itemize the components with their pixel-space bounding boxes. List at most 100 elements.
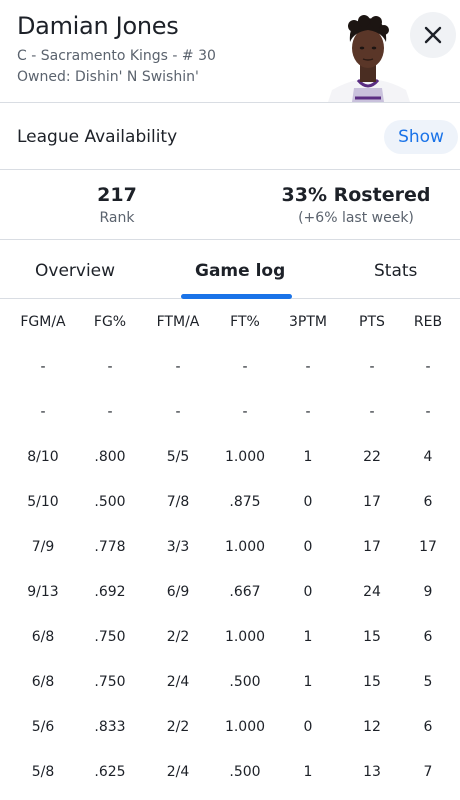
rostered-value: 33% Rostered: [281, 184, 431, 206]
table-cell: 1.000: [224, 718, 266, 735]
player-name: Damian Jones: [17, 12, 179, 40]
league-availability-row: League Availability Show: [0, 103, 460, 170]
table-cell: 2/4: [166, 763, 190, 780]
table-cell: 6: [423, 628, 433, 645]
tab-stats[interactable]: Stats: [374, 261, 417, 281]
table-cell: 5: [423, 673, 433, 690]
table-cell: 1: [303, 673, 313, 690]
table-row[interactable]: -------: [0, 389, 460, 434]
close-icon: [424, 26, 442, 44]
table-cell: .500: [229, 673, 261, 690]
player-summary-stats: 217 Rank 33% Rostered (+6% last week): [0, 170, 460, 240]
game-log-table: FGM/A FG% FTM/A FT% 3PTM PTS REB - - - - - - -…: [0, 300, 460, 794]
table-row[interactable]: 9/13 .692 6/9 .667 0 24 9: [0, 569, 460, 614]
column-header: PTS: [359, 314, 385, 330]
table-cell: -: [305, 403, 311, 420]
table-cell: 13: [363, 763, 381, 780]
player-position-team: C - Sacramento Kings - # 30: [17, 48, 216, 64]
table-cell: .500: [94, 493, 126, 510]
table-cell: -: [175, 358, 181, 375]
table-cell: 2/2: [166, 628, 190, 645]
table-row[interactable]: -------: [0, 344, 460, 389]
table-row[interactable]: 7/9 .778 3/3 1.000 0 17 17: [0, 524, 460, 569]
rank-label: Rank: [99, 210, 135, 226]
table-cell: 7: [423, 763, 433, 780]
table-cell: 24: [363, 583, 381, 600]
column-header: FT%: [230, 314, 260, 330]
table-cell: 12: [363, 718, 381, 735]
table-cell: -: [242, 358, 248, 375]
table-row[interactable]: 6/8 .750 2/4 .500 1 15 5: [0, 659, 460, 704]
table-cell: 0: [303, 538, 313, 555]
table-cell: 1.000: [224, 448, 266, 465]
table-cell: 1: [303, 763, 313, 780]
table-cell: -: [425, 358, 431, 375]
table-cell: .833: [94, 718, 126, 735]
rostered-stat: 33% Rostered (+6% last week): [266, 184, 446, 226]
table-cell: 1: [303, 628, 313, 645]
table-row[interactable]: 6/8 .750 2/2 1.000 1 15 6: [0, 614, 460, 659]
table-cell: 1.000: [224, 628, 266, 645]
table-cell: 5/6: [31, 718, 55, 735]
table-cell: 2/4: [166, 673, 190, 690]
close-button[interactable]: [410, 12, 456, 58]
table-header-row: FGM/A FG% FTM/A FT% 3PTM PTS REB: [0, 300, 460, 344]
table-cell: 15: [363, 673, 381, 690]
tab-overview[interactable]: Overview: [35, 261, 115, 281]
rank-value: 217: [97, 184, 137, 206]
table-cell: 5/8: [31, 763, 55, 780]
table-row[interactable]: 5/8 .625 2/4 .500 1 13 7: [0, 749, 460, 794]
rank-stat: 217 Rank: [72, 184, 162, 226]
table-cell: 17: [363, 493, 381, 510]
table-cell: 8/10: [27, 448, 59, 465]
table-cell: .667: [229, 583, 261, 600]
game-log-body: - - - - - - - - - - - - - -8/10.800 5/5 1.000 1 22 4 5/10.5…: [0, 344, 460, 794]
show-availability-button[interactable]: Show: [384, 120, 458, 154]
table-cell: .692: [94, 583, 126, 600]
tab-game-log[interactable]: Game log: [195, 261, 285, 281]
table-cell: .500: [229, 763, 261, 780]
table-cell: -: [305, 358, 311, 375]
table-cell: -: [425, 403, 431, 420]
table-cell: 6: [423, 493, 433, 510]
table-cell: 1: [303, 448, 313, 465]
table-cell: -: [242, 403, 248, 420]
table-cell: -: [107, 403, 113, 420]
column-header: 3PTM: [289, 314, 327, 330]
availability-label: League Availability: [17, 127, 178, 147]
table-cell: 7/9: [31, 538, 55, 555]
table-cell: 7/8: [166, 493, 190, 510]
table-cell: 4: [423, 448, 433, 465]
table-cell: 0: [303, 493, 313, 510]
table-cell: 22: [363, 448, 381, 465]
player-header: Damian Jones C - Sacramento Kings - # 30…: [0, 0, 460, 103]
active-tab-indicator: [181, 294, 292, 299]
table-row[interactable]: 5/6 .833 2/2 1.000 0 12 6: [0, 704, 460, 749]
table-cell: 17: [419, 538, 437, 555]
table-cell: .750: [94, 673, 126, 690]
table-cell: .875: [229, 493, 261, 510]
table-cell: 3/3: [166, 538, 190, 555]
table-cell: -: [369, 403, 375, 420]
table-cell: -: [107, 358, 113, 375]
table-row[interactable]: 8/10 .800 5/5 1.000 1 22 4: [0, 434, 460, 479]
table-cell: 2/2: [166, 718, 190, 735]
table-cell: 9/13: [27, 583, 59, 600]
table-cell: 6/8: [31, 628, 55, 645]
player-headshot: [322, 12, 414, 102]
table-cell: -: [175, 403, 181, 420]
rostered-change: (+6% last week): [298, 210, 414, 226]
column-header: FTM/A: [156, 314, 200, 330]
table-cell: 15: [363, 628, 381, 645]
player-tabs: Overview Game log Stats: [0, 240, 460, 299]
table-cell: 6/9: [166, 583, 190, 600]
table-row[interactable]: 5/10 .500 7/8 .875 0 17 6: [0, 479, 460, 524]
table-cell: .625: [94, 763, 126, 780]
column-header: REB: [413, 314, 443, 330]
table-cell: .778: [94, 538, 126, 555]
table-cell: .750: [94, 628, 126, 645]
player-owner: Owned: Dishin' N Swishin': [17, 69, 199, 85]
table-cell: 17: [363, 538, 381, 555]
table-cell: 5/10: [27, 493, 59, 510]
column-header: FG%: [93, 314, 127, 330]
